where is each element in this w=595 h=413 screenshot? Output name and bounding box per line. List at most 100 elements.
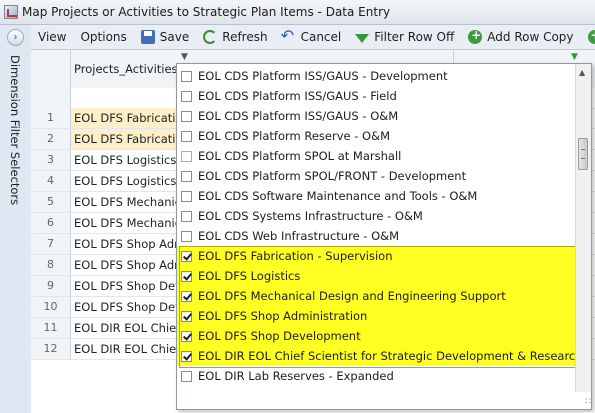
dropdown-item[interactable]: EOL DFS Fabrication - Supervision <box>177 246 575 266</box>
dropdown-item[interactable]: EOL CDS Systems Infrastructure - O&M <box>177 206 575 226</box>
column-header-label: Projects_Activities <box>74 62 178 76</box>
row-number: 1 <box>31 108 71 128</box>
dropdown-item[interactable]: EOL DFS Shop Development <box>177 326 575 346</box>
refresh-label: Refresh <box>222 30 268 44</box>
dropdown-item[interactable]: EOL DIR EOL Chief Scientist for Strategi… <box>177 346 583 366</box>
window-title: Map Projects or Activities to Strategic … <box>22 5 391 19</box>
filter-row-off-button[interactable]: Filter Row Off <box>348 25 461 49</box>
filter-row-header <box>31 88 71 108</box>
save-icon <box>140 30 155 44</box>
undo-icon <box>281 26 296 45</box>
expand-sidebar-button[interactable]: › <box>7 29 24 46</box>
dropdown-item[interactable]: EOL CDS Web Infrastructure - O&M <box>177 226 575 246</box>
row-number: 9 <box>31 276 71 296</box>
save-label: Save <box>159 30 190 44</box>
app-icon <box>4 5 18 19</box>
view-label: View <box>38 30 67 44</box>
sidebar-label[interactable]: Dimension Filter Selectors <box>8 55 22 205</box>
checkbox[interactable] <box>181 110 192 122</box>
checkbox[interactable] <box>181 90 192 102</box>
dropdown-item[interactable]: EOL CDS Platform Reserve - O&M <box>177 126 575 146</box>
cancel-label: Cancel <box>300 30 342 44</box>
dropdown-item[interactable]: EOL DFS Shop Administration <box>177 306 575 326</box>
dropdown-scrollbar[interactable]: ▲ <box>575 64 591 392</box>
dropdown-item-label: EOL DIR Lab Reserves - Expanded <box>198 369 394 383</box>
checkbox[interactable] <box>181 70 192 82</box>
dropdown-item-label: EOL CDS Platform ISS/GAUS - O&M <box>198 109 399 123</box>
dropdown-item-label: EOL CDS Systems Infrastructure - O&M <box>198 209 423 223</box>
dropdown-item-label: EOL DIR EOL Chief Scientist for Strategi… <box>198 349 583 363</box>
checkbox[interactable] <box>181 250 192 262</box>
add-icon <box>587 28 595 44</box>
checkbox[interactable] <box>181 370 192 382</box>
toolbar: View Options Save Refresh Cancel Filter … <box>31 25 595 50</box>
dropdown-item-label: EOL CDS Software Maintenance and Tools -… <box>198 189 478 203</box>
add-icon <box>468 28 483 44</box>
scrollbar-thumb[interactable] <box>578 138 588 170</box>
dropdown-item[interactable]: EOL CDS Platform ISS/GAUS - Development <box>177 66 575 86</box>
save-button[interactable]: Save <box>134 25 196 49</box>
row-number: 3 <box>31 150 71 170</box>
dropdown-item-label: EOL CDS Platform SPOL/FRONT - Developmen… <box>198 169 467 183</box>
cancel-button[interactable]: Cancel <box>275 25 349 49</box>
filter-dropdown: EOL CDS Platform ISS/GAUS - Development E… <box>176 63 592 410</box>
dropdown-item[interactable]: EOL CDS Platform SPOL/FRONT - Developmen… <box>177 166 575 186</box>
row-number: 5 <box>31 192 71 212</box>
checkbox[interactable] <box>181 190 192 202</box>
checkbox[interactable] <box>181 130 192 142</box>
dropdown-item-label: EOL CDS Platform SPOL at Marshall <box>198 149 402 163</box>
row-header-corner <box>31 50 71 88</box>
dropdown-item-label: EOL CDS Platform ISS/GAUS - Field <box>198 89 397 103</box>
checkbox[interactable] <box>181 150 192 162</box>
checkbox[interactable] <box>181 170 192 182</box>
row-number: 4 <box>31 171 71 191</box>
title-bar: Map Projects or Activities to Strategic … <box>0 0 595 25</box>
row-number: 8 <box>31 255 71 275</box>
column-filter-icon[interactable]: ▼ <box>571 52 578 62</box>
resize-grip-icon[interactable]: ∷ <box>585 397 591 407</box>
checkbox[interactable] <box>181 330 192 342</box>
refresh-button[interactable]: Refresh <box>196 25 274 49</box>
dropdown-item[interactable]: EOL DFS Logistics <box>177 266 575 286</box>
filter-dropdown-list: EOL CDS Platform ISS/GAUS - Development E… <box>177 66 583 386</box>
add-row-copy-button[interactable]: Add Row Copy <box>461 25 580 49</box>
checkbox[interactable] <box>181 350 192 362</box>
row-number: 11 <box>31 318 71 338</box>
dropdown-item-label: EOL CDS Platform Reserve - O&M <box>198 129 391 143</box>
dropdown-item[interactable]: EOL DIR Lab Reserves - Expanded <box>177 366 575 386</box>
scroll-up-icon[interactable]: ▲ <box>579 68 585 77</box>
dropdown-item-label: EOL DFS Logistics <box>198 269 301 283</box>
dropdown-item[interactable]: EOL CDS Platform ISS/GAUS - O&M <box>177 106 575 126</box>
checkbox[interactable] <box>181 270 192 282</box>
row-number: 10 <box>31 297 71 317</box>
add-row-copy-label: Add Row Copy <box>487 30 574 44</box>
row-number: 7 <box>31 234 71 254</box>
refresh-icon <box>203 30 218 44</box>
dropdown-item[interactable]: EOL DFS Mechanical Design and Engineerin… <box>177 286 575 306</box>
row-number: 2 <box>31 129 71 149</box>
options-label: Options <box>80 30 127 44</box>
dropdown-item-label: EOL CDS Platform ISS/GAUS - Development <box>198 69 448 83</box>
row-number: 12 <box>31 339 71 359</box>
dropdown-item-label: EOL CDS Web Infrastructure - O&M <box>198 229 400 243</box>
dropdown-item-label: EOL DFS Fabrication - Supervision <box>198 249 393 263</box>
checkbox[interactable] <box>181 210 192 222</box>
dropdown-item[interactable]: EOL CDS Platform ISS/GAUS - Field <box>177 86 575 106</box>
checkbox[interactable] <box>181 230 192 242</box>
view-menu[interactable]: View <box>31 25 73 49</box>
dropdown-item[interactable]: EOL CDS Platform SPOL at Marshall <box>177 146 575 166</box>
add-button[interactable]: A <box>581 25 595 49</box>
column-filter-icon[interactable]: ▼ <box>181 52 188 62</box>
filter-row-off-label: Filter Row Off <box>374 30 455 44</box>
checkbox[interactable] <box>181 310 192 322</box>
chevron-right-icon: › <box>13 32 18 43</box>
options-menu[interactable]: Options <box>73 25 133 49</box>
dropdown-item-label: EOL DFS Shop Administration <box>198 309 368 323</box>
funnel-icon <box>355 33 370 43</box>
dropdown-item[interactable]: EOL CDS Software Maintenance and Tools -… <box>177 186 575 206</box>
dropdown-item-label: EOL DFS Shop Development <box>198 329 361 343</box>
checkbox[interactable] <box>181 290 192 302</box>
row-number: 6 <box>31 213 71 233</box>
dimension-filter-sidebar: › Dimension Filter Selectors <box>0 25 32 413</box>
dropdown-item-label: EOL DFS Mechanical Design and Engineerin… <box>198 289 506 303</box>
